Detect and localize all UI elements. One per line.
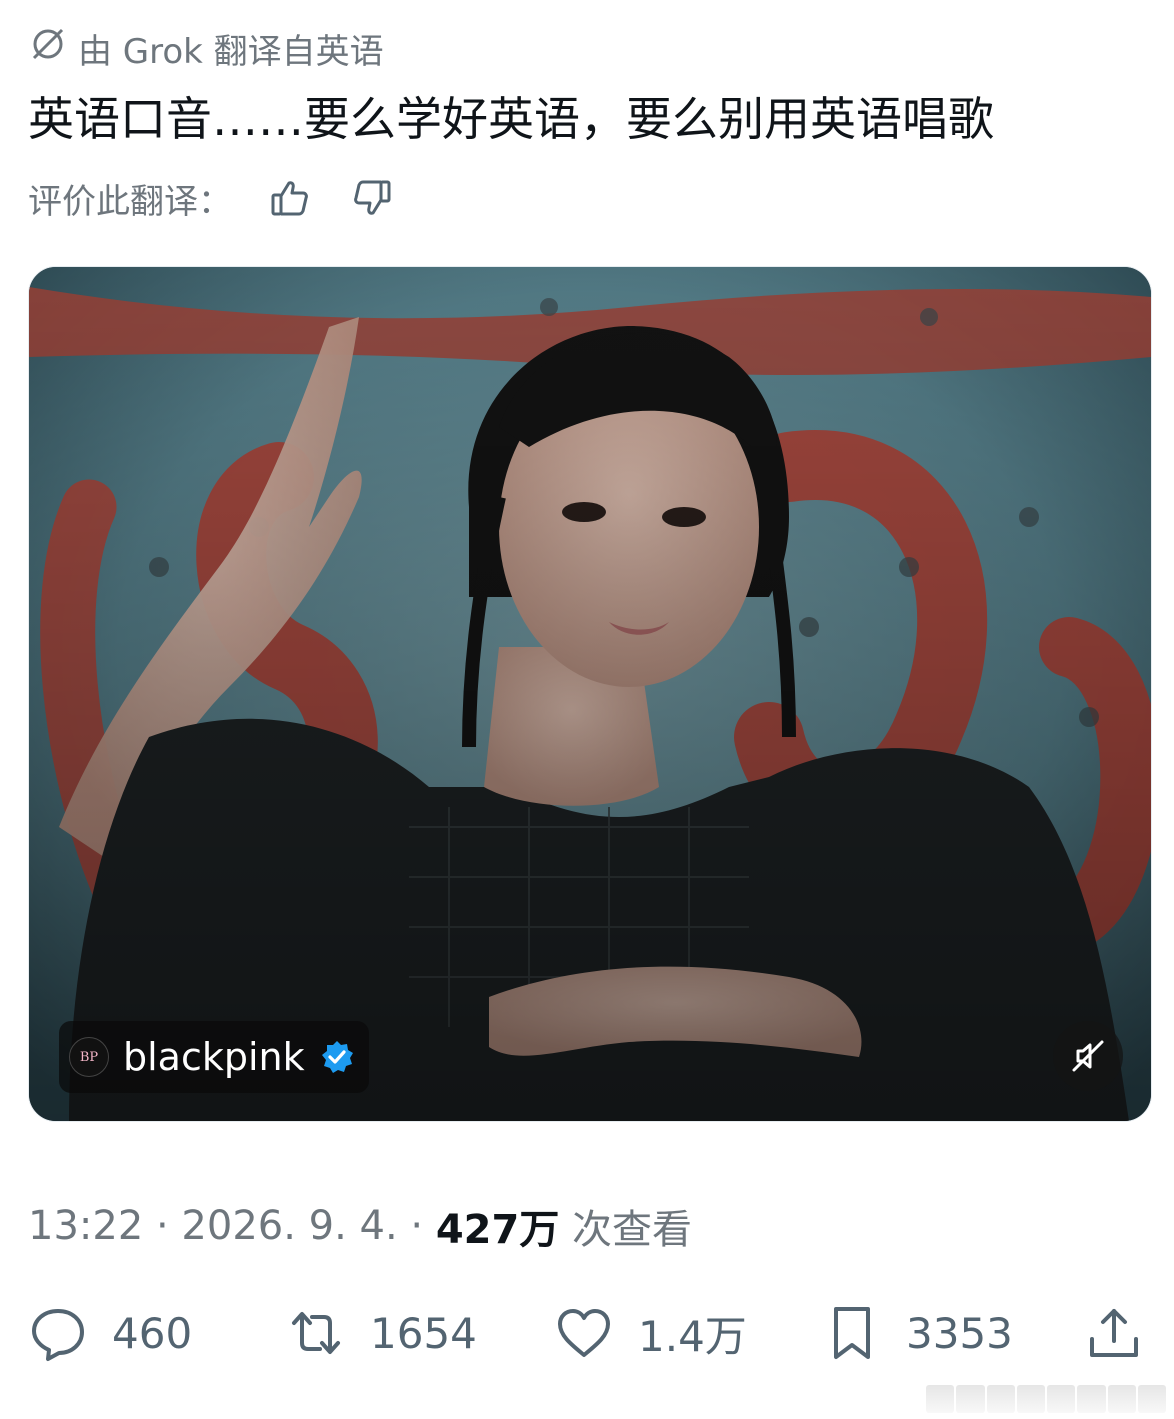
source-avatar: BP xyxy=(69,1037,109,1077)
tweet-meta: 13:22 · 2026. 9. 4. · 427万 次查看 xyxy=(28,1196,692,1256)
thumbs-up-icon xyxy=(271,181,308,216)
retweet-button[interactable]: 1654 xyxy=(286,1298,477,1368)
thumbs-up-button[interactable] xyxy=(266,174,314,222)
video-frame xyxy=(29,267,1151,1121)
bookmark-button[interactable]: 3353 xyxy=(822,1298,1013,1368)
reply-button[interactable]: 460 xyxy=(28,1298,192,1368)
translation-header: 由 Grok 翻译自英语 xyxy=(28,24,384,72)
like-button[interactable]: 1.4万 xyxy=(554,1298,747,1368)
tweet-action-bar: 460 1654 1.4万 3353 xyxy=(28,1298,1144,1368)
tweet-timestamp[interactable]: 13:22 · 2026. 9. 4. · xyxy=(28,1203,436,1249)
thumbs-down-button[interactable] xyxy=(348,174,396,222)
share-button[interactable] xyxy=(1084,1298,1144,1368)
translate-icon xyxy=(28,24,68,73)
rate-translation-label: 评价此翻译： xyxy=(28,181,232,222)
views-label: 次查看 xyxy=(559,1207,693,1253)
reply-icon xyxy=(32,1309,84,1361)
verified-badge-icon xyxy=(319,1039,355,1075)
retweet-icon xyxy=(292,1312,340,1354)
tweet-text: 英语口音……要么学好英语，要么别用英语唱歌 xyxy=(28,92,994,146)
video-player[interactable]: BP blackpink xyxy=(28,266,1152,1122)
source-name: blackpink xyxy=(123,1035,305,1079)
bookmark-count: 3353 xyxy=(906,1308,1013,1358)
share-icon xyxy=(1090,1309,1138,1357)
translation-label: 由 Grok 翻译自英语 xyxy=(78,31,384,72)
watermark xyxy=(926,1385,1166,1413)
like-count: 1.4万 xyxy=(638,1311,747,1361)
speaker-muted-icon xyxy=(1072,1040,1104,1072)
mute-toggle-button[interactable] xyxy=(1053,1021,1123,1091)
heart-icon xyxy=(558,1309,610,1357)
retweet-count: 1654 xyxy=(370,1308,477,1358)
thumbs-down-icon xyxy=(354,180,391,215)
views-count: 427万 xyxy=(435,1207,560,1253)
bookmark-icon xyxy=(834,1307,870,1359)
reply-count: 460 xyxy=(112,1308,193,1358)
rate-translation-row: 评价此翻译： xyxy=(28,170,396,226)
source-label-pill[interactable]: BP blackpink xyxy=(59,1021,369,1093)
